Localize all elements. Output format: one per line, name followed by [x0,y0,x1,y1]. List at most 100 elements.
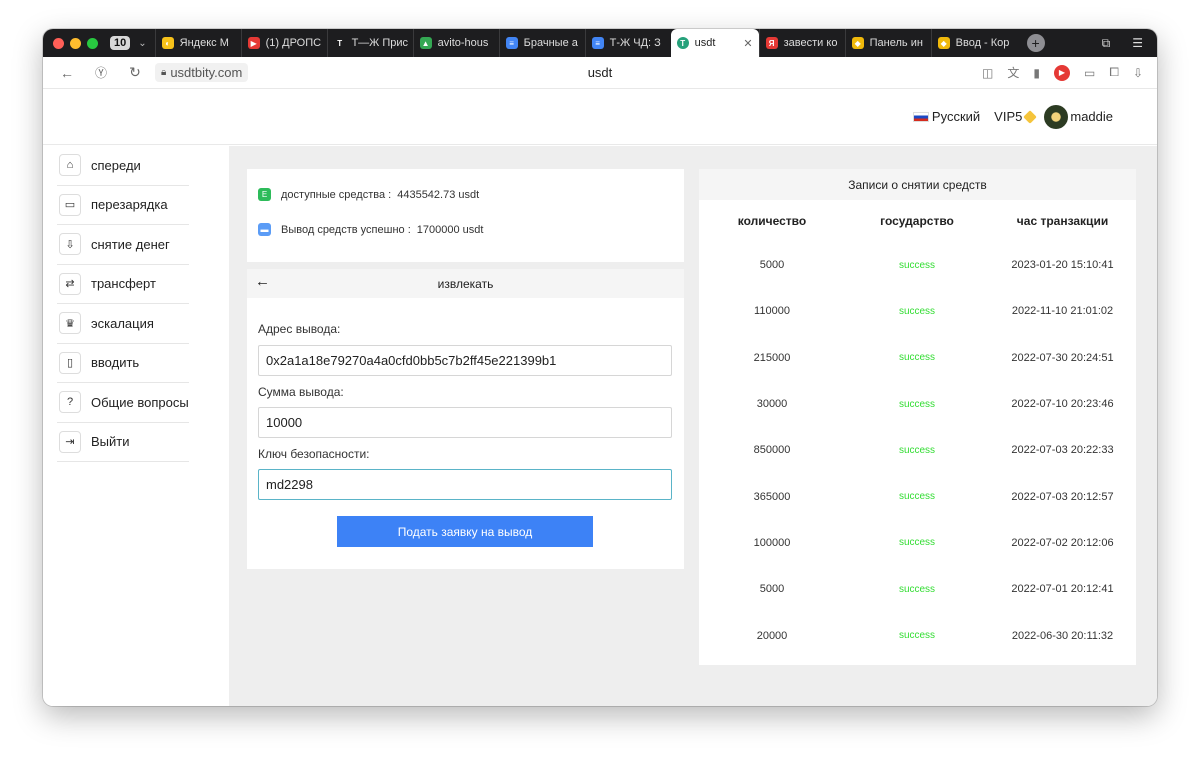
tab-strip: ◐ Яндекс М ▶ (1) ДРОПС Т Т—Ж Прис ▲ avito-hous ≡… [154,29,1017,57]
collections-icon[interactable]: ⧠ [1109,65,1119,80]
translate-icon[interactable]: 文 [1007,64,1019,81]
browser-tab[interactable]: ▶ (1) ДРОПС [240,29,327,57]
tab-bar: 10 ⌄ ◐ Яндекс М ▶ (1) ДРОПС Т Т—Ж Прис ▲ avito-… [43,29,1157,57]
withdraw-address-input[interactable] [258,345,672,376]
browser-tab[interactable]: ▲ avito-hous [412,29,499,57]
main-content: E доступные средства : 4435542.73 usdt ▬… [229,146,1157,706]
sidebar-list: ⌂ спереди ▭ перезарядка ⇩ снятие денег ⇄ трансф… [43,146,229,462]
sidebar-item[interactable]: ▯ вводить [57,344,189,383]
battery-icon[interactable]: ▭ [1084,66,1095,80]
sidebar-item[interactable]: ▭ перезарядка [57,186,189,225]
menu-icon[interactable]: ☰ [1132,36,1143,51]
browser-tab[interactable]: ◆ Ввод - Кор [930,29,1017,57]
available-funds-label: доступные средства : [281,188,392,201]
amount-cell: 100000 [753,536,791,549]
tether-icon: T [676,37,689,49]
available-funds-row: E доступные средства : 4435542.73 usdt [258,188,479,201]
logout-icon: ⇥ [59,430,81,453]
browser-tab[interactable]: ◐ Яндекс М [154,29,241,57]
crown-icon: ♛ [59,312,81,335]
lock-icon: 🔒︎ [161,67,167,78]
vip-level[interactable]: VIP5 [994,109,1038,124]
submit-withdraw-button[interactable]: Подать заявку на вывод [337,516,593,547]
close-tab-icon[interactable]: ✕ [743,37,752,50]
table-row: 5000 success 2022-07-01 20:12:41 [699,566,1136,612]
table-row: 30000 success 2022-07-10 20:23:46 [699,381,1136,427]
docs-icon: ≡ [505,37,518,49]
status-cell: success [898,352,936,364]
sidebar-item[interactable]: ⇩ снятие денег [57,225,189,265]
yandex-music-icon: ◐ [161,37,174,49]
withdrawn-funds-value: 1700000 usdt [416,223,484,236]
sidebar-item[interactable]: ⌂ спереди [57,146,189,186]
sidebar-item[interactable]: ? Общие вопросы [57,383,189,423]
binance-icon: ◆ [851,37,864,49]
status-cell: success [898,491,936,503]
withdraw-form: ← извлекать Адрес вывода: Сумма вывода: … [247,269,684,569]
sidebar-item-label: эскалация [91,315,154,331]
sidebar-item-label: спереди [91,157,141,173]
minimize-window-button[interactable] [70,37,81,49]
amount-cell: 5000 [759,259,785,272]
card-icon: ▬ [258,223,271,236]
back-arrow-icon[interactable]: ← [57,65,77,81]
time-cell: 2022-07-01 20:12:41 [1011,583,1114,596]
browser-tab[interactable]: ≡ Т-Ж ЧД: З [584,29,671,57]
column-header-time: час транзакции [1016,214,1109,228]
window-controls [53,37,98,49]
google-drive-icon: ▲ [419,37,432,49]
close-window-button[interactable] [53,37,64,49]
tab-label: Яндекс М [179,37,229,49]
yandex-logo-icon[interactable]: Ⓨ [91,64,111,81]
security-key-input[interactable] [258,469,672,500]
status-cell: success [898,305,936,317]
tab-label: Т-Ж ЧД: З [609,37,661,49]
address-bar: ← Ⓨ ↻ 🔒︎ usdtbity.com usdt ◫ 文 ▮ ▶ ▭ ⧠ ⇩ [43,57,1157,89]
amount-cell: 110000 [754,305,790,318]
withdraw-records-panel: Записи о снятии средств количество госуд… [699,169,1136,665]
tab-label: Брачные а [523,37,578,49]
recharge-icon: ▭ [59,193,81,216]
time-cell: 2022-07-03 20:12:57 [1011,490,1114,503]
binance-icon: ◆ [937,37,950,49]
bookmark-icon[interactable]: ▮ [1033,66,1040,80]
browser-tab[interactable]: Tusdt ✕ [670,29,759,57]
browser-tab[interactable]: ≡ Брачные а [498,29,585,57]
url-field[interactable]: 🔒︎ usdtbity.com [155,63,249,82]
back-arrow-icon[interactable]: ← [255,273,270,290]
sidebar-item[interactable]: ♛ эскалация [57,304,189,344]
sidebar-item[interactable]: ⇥ Выйти [57,423,189,462]
tab-label: (1) ДРОПС [265,37,322,49]
records-table-body: 5000 success 2023-01-20 15:10:41 110000 succ… [699,242,1136,659]
download-icon[interactable]: ⇩ [1133,66,1143,80]
sidebar-item[interactable]: ⇄ трансферт [57,265,189,304]
sidebar-item-label: Общие вопросы [91,394,189,410]
tab-count-badge[interactable]: 10 [110,36,131,50]
balance-card: E доступные средства : 4435542.73 usdt ▬… [247,169,684,262]
tab-label: avito-hous [437,37,489,49]
tab-label: Т—Ж Прис [351,37,408,49]
maximize-window-button[interactable] [87,37,98,49]
tab-manager-icon[interactable]: ⧉ [1102,36,1111,51]
user-menu[interactable]: maddie [1044,104,1113,129]
table-row: 365000 success 2022-07-03 20:12:57 [699,473,1136,519]
site-header: Русский VIP5 maddie [43,89,1157,145]
browser-tab[interactable]: Т Т—Ж Прис [326,29,413,57]
browser-window: 10 ⌄ ◐ Яндекс М ▶ (1) ДРОПС Т Т—Ж Прис ▲ avito-… [43,29,1157,706]
browser-tab[interactable]: Язавести ко [758,29,845,57]
youtube-extension-icon[interactable]: ▶ [1053,64,1070,81]
status-cell: success [898,398,936,410]
withdraw-amount-input[interactable] [258,407,672,438]
wallet-icon: E [258,188,271,201]
diamond-icon [1023,109,1038,124]
new-tab-button[interactable]: + [1026,34,1045,52]
reader-icon[interactable]: ◫ [982,66,993,80]
chevron-down-icon[interactable]: ⌄ [138,38,146,49]
table-row: 215000 success 2022-07-30 20:24:51 [699,335,1136,381]
amount-cell: 365000 [753,490,791,503]
amount-cell: 850000 [753,444,791,457]
language-selector[interactable]: Русский [912,109,980,124]
browser-tab[interactable]: ◆ Панель ин [844,29,931,57]
sidebar: ⌂ спереди ▭ перезарядка ⇩ снятие денег ⇄ трансф… [43,146,229,706]
reload-icon[interactable]: ↻ [125,64,145,81]
